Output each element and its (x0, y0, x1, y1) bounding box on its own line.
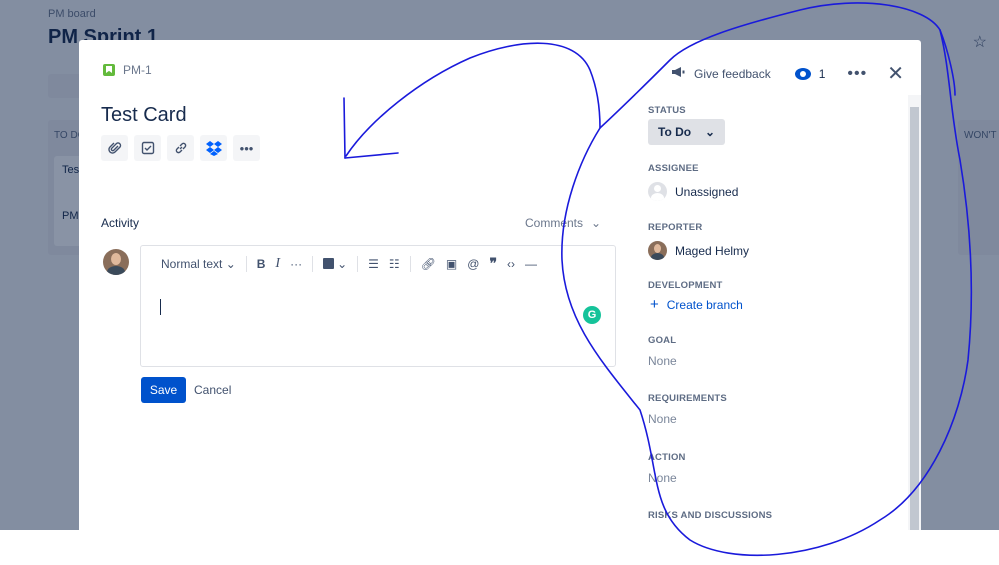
divider (409, 255, 411, 272)
goal-value[interactable]: None (648, 354, 677, 368)
scrollbar[interactable] (908, 95, 921, 530)
action-value[interactable]: None (648, 471, 686, 485)
story-icon (103, 64, 115, 76)
chevron-down-icon: ⌄ (591, 216, 602, 230)
reporter-label: REPORTER (648, 222, 703, 233)
comments-filter[interactable]: Comments ⌄ (525, 216, 601, 230)
reporter-name: Maged Helmy (675, 243, 750, 258)
watch-count: 1 (818, 66, 826, 81)
close-icon[interactable]: ✕ (887, 61, 904, 86)
issue-key-label[interactable]: PM-1 (123, 63, 152, 77)
text-color-icon[interactable]: ⌄ (323, 257, 347, 271)
comments-filter-label: Comments (525, 216, 584, 230)
chevron-down-icon: ⌄ (704, 125, 715, 139)
assignee-value[interactable]: Unassigned (648, 182, 738, 201)
quote-icon[interactable]: ❞ (489, 255, 497, 272)
goal-field: GOAL None (648, 335, 677, 368)
megaphone-icon (670, 65, 686, 82)
divider (357, 255, 359, 272)
status-dropdown[interactable]: To Do ⌄ (648, 119, 725, 145)
requirements-label: REQUIREMENTS (648, 393, 727, 404)
code-icon[interactable]: ‹› (507, 257, 515, 271)
numbered-list-icon[interactable]: ☷ (389, 257, 400, 271)
divider (312, 255, 314, 272)
requirements-value[interactable]: None (648, 412, 727, 426)
status-field: STATUS To Do ⌄ (648, 105, 725, 145)
scrollbar-thumb[interactable] (910, 107, 919, 530)
mention-icon[interactable]: @ (467, 257, 479, 271)
assignee-name: Unassigned (675, 184, 739, 199)
development-label: DEVELOPMENT (648, 280, 723, 291)
text-style-label: Normal text (161, 256, 223, 271)
save-button[interactable]: Save (141, 377, 186, 403)
assignee-label: ASSIGNEE (648, 163, 699, 174)
text-cursor (160, 299, 161, 315)
issue-modal: PM-1 Test Card ••• Activity Comments ⌄ N… (79, 40, 921, 530)
activity-heading: Activity (101, 216, 140, 230)
issue-key: PM-1 (103, 63, 152, 77)
plus-icon: + (650, 296, 659, 313)
issue-title[interactable]: Test Card (101, 104, 187, 127)
assignee-field: ASSIGNEE Unassigned (648, 163, 738, 201)
unassigned-avatar-icon (648, 182, 667, 201)
risks-field: RISKS AND DISCUSSIONS (648, 510, 772, 521)
watch-button[interactable]: 1 (794, 66, 826, 81)
link-icon[interactable] (167, 135, 194, 161)
avatar (648, 241, 667, 260)
divider (245, 255, 247, 272)
status-label: STATUS (648, 105, 686, 116)
grammarly-icon[interactable]: G (583, 306, 601, 324)
create-branch-label: Create branch (666, 297, 743, 312)
goal-label: GOAL (648, 335, 677, 346)
development-field: DEVELOPMENT + Create branch (648, 280, 743, 313)
give-feedback-label: Give feedback (694, 66, 771, 81)
italic-button[interactable]: I (275, 256, 280, 272)
more-formatting-icon[interactable]: ··· (290, 257, 302, 271)
text-style-select[interactable]: Normal text ⌄ (161, 257, 236, 271)
bullet-list-icon[interactable]: ☰ (368, 257, 379, 271)
give-feedback-button[interactable]: Give feedback (670, 65, 771, 82)
create-branch-link[interactable]: + Create branch (648, 296, 743, 313)
editor-toolbar: Normal text ⌄ B I ··· ⌄ ☰ ☷ 🔗︎ ▣ @ ❞ ‹› … (161, 255, 537, 272)
more-icon[interactable]: ••• (847, 65, 867, 83)
risks-label: RISKS AND DISCUSSIONS (648, 510, 773, 521)
requirements-field: REQUIREMENTS None (648, 393, 727, 426)
issue-toolbar: ••• (101, 135, 260, 161)
eye-icon (794, 67, 811, 80)
reporter-field: REPORTER Maged Helmy (648, 222, 749, 260)
avatar (103, 249, 129, 275)
dropbox-icon[interactable] (200, 135, 227, 161)
more-icon[interactable]: ••• (233, 135, 260, 161)
paperclip-icon[interactable] (101, 135, 128, 161)
action-field: ACTION None (648, 452, 686, 485)
cancel-button[interactable]: Cancel (194, 377, 231, 403)
status-value: To Do (658, 125, 692, 139)
reporter-value[interactable]: Maged Helmy (648, 241, 749, 260)
modal-header-actions: Give feedback 1 ••• ✕ (670, 61, 904, 86)
bold-button[interactable]: B (257, 257, 266, 271)
link-icon[interactable]: 🔗︎ (421, 257, 436, 271)
checklist-icon[interactable] (134, 135, 161, 161)
image-icon[interactable]: ▣ (446, 257, 457, 271)
comment-editor[interactable]: Normal text ⌄ B I ··· ⌄ ☰ ☷ 🔗︎ ▣ @ ❞ ‹› … (140, 245, 616, 367)
horizontal-rule-icon[interactable]: — (525, 257, 537, 271)
action-label: ACTION (648, 452, 686, 463)
